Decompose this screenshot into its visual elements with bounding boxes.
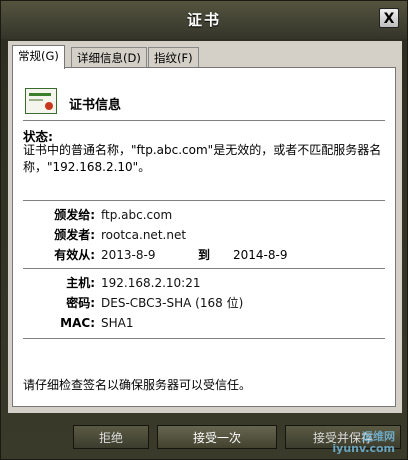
mac-label: MAC: (60, 316, 95, 330)
valid-from-value: 2013-8-9 (101, 248, 156, 262)
watermark-logo: 运维网 iyunv.com (332, 431, 395, 455)
valid-to-value: 2014-8-9 (233, 248, 288, 262)
certificate-icon (25, 88, 57, 114)
trust-note: 请仔细检查签名以确保服务器可以受信任。 (23, 378, 252, 392)
cipher-label: 密码: (66, 296, 95, 310)
divider (23, 200, 385, 201)
general-tab-page: 证书信息 状态: 证书中的普通名称，"ftp.abc.com"是无效的，或者不匹… (12, 67, 396, 407)
divider (23, 338, 385, 339)
accept-once-button[interactable]: 接受一次 (157, 425, 277, 449)
mac-value: SHA1 (101, 316, 134, 330)
watermark-line-2: iyunv.com (332, 442, 395, 455)
issued-by-value: rootca.net.net (101, 228, 187, 242)
certificate-dialog: 证书 X 常规(G) 详细信息(D) 指纹(F) 证书信息 状态: 证书中的普通… (0, 0, 408, 460)
dialog-title: 证书 (186, 11, 221, 29)
valid-from-label: 有效从: (54, 248, 95, 262)
title-bar[interactable]: 证书 X (1, 1, 407, 39)
divider (23, 268, 385, 269)
issued-to-value: ftp.abc.com (101, 208, 173, 222)
dialog-body: 常规(G) 详细信息(D) 指纹(F) 证书信息 状态: 证书中的普通名称，"f… (8, 41, 402, 413)
divider (23, 120, 385, 121)
valid-to-label: 到 (198, 248, 211, 262)
reject-button[interactable]: 拒绝 (73, 425, 149, 449)
tab-general[interactable]: 常规(G) (12, 45, 65, 69)
tab-details[interactable]: 详细信息(D) (71, 47, 147, 68)
tab-fingerprint[interactable]: 指纹(F) (148, 47, 199, 68)
issued-to-label: 颁发给: (54, 208, 95, 222)
host-value: 192.168.2.10:21 (101, 276, 201, 290)
certificate-info-heading: 证书信息 (69, 98, 122, 113)
cipher-value: DES-CBC3-SHA (168 位) (101, 296, 244, 310)
issued-by-label: 颁发者: (54, 228, 95, 242)
status-text: 证书中的普通名称，"ftp.abc.com"是无效的，或者不匹配服务器名称，"1… (23, 143, 382, 174)
host-label: 主机: (66, 276, 95, 290)
close-button[interactable]: X (379, 8, 399, 28)
close-icon: X (383, 11, 395, 27)
